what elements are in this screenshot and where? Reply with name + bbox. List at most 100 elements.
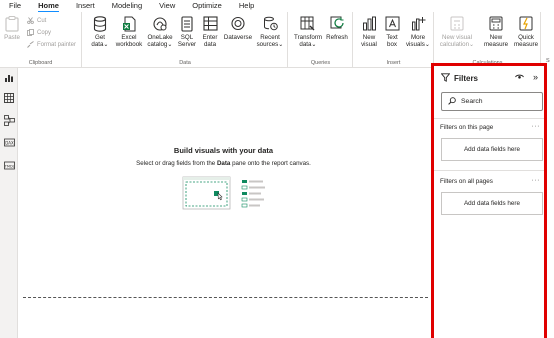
text-box-button[interactable]: Text box <box>382 15 402 48</box>
svg-text:DAX: DAX <box>5 140 14 145</box>
clipboard-group: Paste Cut Copy Format painter Clipboard <box>0 12 82 68</box>
chevron-down-icon: ⌄ <box>167 41 173 48</box>
copy-icon <box>27 29 34 36</box>
get-data-button[interactable]: Get data⌄ <box>88 15 112 48</box>
tab-view[interactable]: View <box>159 0 175 10</box>
filters-search-input[interactable]: Search <box>441 92 543 111</box>
data-pane-edge <box>547 63 554 338</box>
more-options-icon[interactable]: ··· <box>532 177 541 184</box>
database-icon <box>91 15 109 32</box>
dataverse-button[interactable]: Dataverse <box>222 15 254 41</box>
paste-label: Paste <box>4 34 20 41</box>
search-placeholder: Search <box>461 98 483 105</box>
dataverse-label: Dataverse <box>223 34 253 41</box>
enter-label-2: data <box>203 41 217 48</box>
filters-header: Filters » <box>440 72 540 84</box>
more-visuals-label-1: More <box>410 34 426 41</box>
new-visual-label-1: New <box>362 34 376 41</box>
all-pages-filters-drop-zone[interactable]: Add data fields here <box>441 192 543 215</box>
new-visual-calculation-button[interactable]: New visual calculation⌄ <box>437 15 477 48</box>
transform-label-2: data <box>299 41 312 48</box>
calculator-icon <box>448 15 466 32</box>
new-visual-calc-label-1: New visual <box>442 34 472 41</box>
drag-fields-illustration <box>182 174 272 216</box>
new-measure-label-2: measure <box>483 41 509 48</box>
copy-label: Copy <box>37 29 52 36</box>
dax-query-view-icon[interactable]: DAX <box>3 136 15 148</box>
chevron-down-icon: ⌄ <box>311 41 317 48</box>
more-options-icon[interactable]: ··· <box>532 123 541 130</box>
format-painter-button[interactable]: Format painter <box>27 41 76 48</box>
table-view-icon[interactable] <box>3 92 15 104</box>
new-visual-button[interactable]: New visual <box>358 15 380 48</box>
recent-sources-button[interactable]: Recent sources⌄ <box>255 15 285 48</box>
report-canvas[interactable]: Build visuals with your data Select or d… <box>19 68 428 338</box>
transform-data-icon <box>299 15 317 32</box>
more-visuals-label-2: visuals <box>405 41 425 48</box>
text-box-icon <box>383 15 401 32</box>
report-view-icon[interactable] <box>3 72 15 84</box>
enter-data-button[interactable]: Enter data <box>199 15 221 48</box>
text-box-label-1: Text <box>386 34 398 41</box>
page-filters-drop-zone[interactable]: Add data fields here <box>441 138 543 161</box>
recent-sources-icon <box>261 15 279 32</box>
filters-all-pages-label: Filters on all pages <box>440 178 493 185</box>
cut-button[interactable]: Cut <box>27 17 46 24</box>
new-measure-button[interactable]: New measure <box>483 15 509 48</box>
paste-icon <box>3 15 21 32</box>
onelake-label-2: catalog <box>147 41 168 48</box>
quick-measure-label-2: measure <box>513 41 539 48</box>
measure-icon <box>487 15 505 32</box>
refresh-icon <box>328 15 346 32</box>
paste-button[interactable]: Paste <box>3 15 21 41</box>
tab-optimize[interactable]: Optimize <box>192 0 222 10</box>
refresh-button[interactable]: Refresh <box>324 15 350 41</box>
filters-pane: Filters » Search Filters on this page ··… <box>431 63 547 338</box>
recent-label-2: sources <box>256 41 279 48</box>
copy-button[interactable]: Copy <box>27 29 51 36</box>
excel-icon <box>120 15 138 32</box>
clipboard-group-label: Clipboard <box>28 60 53 66</box>
tab-file[interactable]: File <box>9 0 21 10</box>
quick-measure-button[interactable]: Quick measure <box>512 15 540 48</box>
enter-label-1: Enter <box>202 34 218 41</box>
data-group-label: Data <box>179 60 191 66</box>
tab-home[interactable]: Home <box>38 0 59 13</box>
recent-label-1: Recent <box>260 34 280 41</box>
subtitle-data-word: Data <box>216 160 231 167</box>
model-view-icon[interactable] <box>3 114 15 126</box>
tab-help[interactable]: Help <box>239 0 254 10</box>
tab-modeling[interactable]: Modeling <box>112 0 142 10</box>
chevron-down-icon: ⌄ <box>278 41 284 48</box>
new-visual-label-2: visual <box>361 41 377 48</box>
empty-canvas-title: Build visuals with your data <box>173 146 274 155</box>
view-switcher-rail: DAX TMDL <box>0 68 18 338</box>
excel-workbook-button[interactable]: Excel workbook <box>114 15 144 48</box>
sql-server-button[interactable]: SQL Server <box>176 15 198 48</box>
quick-measure-label-1: Quick <box>518 34 534 41</box>
chevron-down-icon: ⌄ <box>424 41 431 48</box>
search-icon <box>448 96 456 107</box>
filters-on-page-label: Filters on this page <box>440 124 494 131</box>
subtitle-part-1: Select or drag fields from the <box>136 160 217 167</box>
calculations-group: New visual calculation⌄ New measure Quic… <box>435 12 541 68</box>
page-boundary-line <box>23 297 428 298</box>
onelake-catalog-button[interactable]: OneLake catalog⌄ <box>146 15 174 48</box>
more-visuals-button[interactable]: More visuals⌄ <box>404 15 432 48</box>
ribbon-tabs: File Home Insert Modeling View Optimize … <box>0 0 554 13</box>
tmdl-view-icon[interactable]: TMDL <box>3 159 15 171</box>
paintbrush-icon <box>27 41 34 48</box>
collapse-pane-icon[interactable]: » <box>533 72 538 82</box>
transform-data-button[interactable]: Transform data⌄ <box>293 15 323 48</box>
onelake-label-1: OneLake <box>147 34 173 41</box>
tab-insert[interactable]: Insert <box>76 0 95 10</box>
subtitle-part-2: pane onto the report canvas. <box>230 160 311 167</box>
more-visuals-icon <box>409 15 427 32</box>
text-box-label-2: box <box>387 41 397 48</box>
eye-icon[interactable] <box>515 73 524 82</box>
new-measure-label-1: New <box>489 34 503 41</box>
excel-label-2: workbook <box>115 41 143 48</box>
funnel-icon <box>440 72 451 84</box>
refresh-label: Refresh <box>326 34 348 41</box>
empty-canvas-subtitle: Select or drag fields from the Data pane… <box>19 160 428 167</box>
